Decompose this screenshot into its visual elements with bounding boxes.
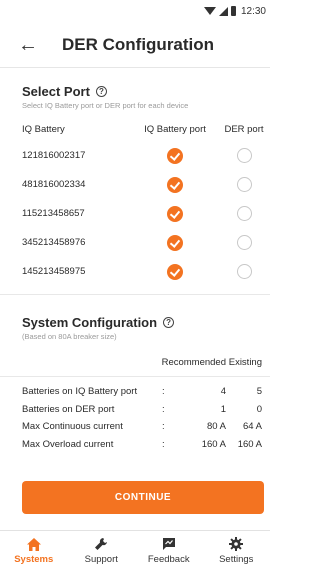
app-bar: ← DER Configuration <box>0 22 270 68</box>
select-port-heading: Select Port ? <box>22 84 270 99</box>
battery-serial: 481816002334 <box>22 179 86 190</box>
system-table: Batteries on IQ Battery port : 4 5 Batte… <box>0 383 270 453</box>
column-iq-battery-port: IQ Battery port <box>144 124 206 135</box>
home-icon <box>26 537 41 551</box>
status-time: 12:30 <box>240 5 266 17</box>
iq-battery-port-radio-checked[interactable] <box>167 147 183 164</box>
bottom-nav: Systems Support Feedback Settings <box>0 530 270 571</box>
continue-button[interactable]: CONTINUE <box>22 481 264 514</box>
table-row: Batteries on IQ Battery port : 4 5 <box>22 386 262 398</box>
der-port-radio[interactable] <box>236 206 252 221</box>
table-row: 345213458976 <box>22 228 270 257</box>
row-label: Batteries on DER port <box>22 403 115 415</box>
help-icon[interactable]: ? <box>163 317 175 328</box>
nav-label: Feedback <box>147 554 190 565</box>
battery-serial: 345213458976 <box>22 237 86 248</box>
existing-value: 64 A <box>242 421 262 433</box>
select-port-section: Select Port ? Select IQ Battery port or … <box>0 84 270 286</box>
der-port-radio[interactable] <box>236 235 252 250</box>
nav-label: Systems <box>14 553 54 565</box>
nav-item-support[interactable]: Support <box>68 531 136 571</box>
table-row: 145213458975 <box>22 257 270 286</box>
existing-value: 160 A <box>237 438 262 450</box>
existing-value: 5 <box>256 386 262 398</box>
der-port-radio[interactable] <box>236 264 252 279</box>
nav-item-feedback[interactable]: Feedback <box>135 531 203 571</box>
recommended-value: 4 <box>220 386 226 398</box>
system-configuration-subtitle: (Based on 80A breaker size) <box>22 332 117 341</box>
iq-battery-port-radio-checked[interactable] <box>167 263 183 280</box>
nav-label: Support <box>84 554 118 565</box>
column-existing: Existing <box>228 357 262 368</box>
iq-battery-port-radio-checked[interactable] <box>167 205 183 222</box>
nav-item-systems[interactable]: Systems <box>0 531 68 571</box>
battery-serial: 121816002317 <box>22 150 86 161</box>
row-label: Batteries on IQ Battery port <box>22 386 138 398</box>
nav-item-settings[interactable]: Settings <box>203 531 271 571</box>
existing-value: 0 <box>256 403 262 415</box>
table-row: 121816002317 <box>22 141 270 170</box>
wrench-icon <box>95 538 108 550</box>
system-configuration-heading: System Configuration ? <box>22 315 270 330</box>
column-der-port: DER port <box>224 124 264 135</box>
status-bar: 12:30 <box>0 0 270 22</box>
help-icon[interactable]: ? <box>95 86 107 97</box>
der-port-radio[interactable] <box>236 148 252 163</box>
der-port-radio[interactable] <box>236 177 252 192</box>
table-row: Max Overload current : 160 A 160 A <box>22 438 262 450</box>
wifi-icon <box>203 7 216 15</box>
system-configuration-title: System Configuration <box>22 315 158 330</box>
iq-battery-port-radio-checked[interactable] <box>167 234 183 251</box>
system-configuration-section: System Configuration ? (Based on 80A bre… <box>0 315 270 341</box>
port-table: 121816002317 481816002334 115213458657 3… <box>22 141 270 286</box>
back-arrow-icon[interactable]: ← <box>18 35 44 55</box>
battery-serial: 145213458975 <box>22 266 86 277</box>
signal-icon <box>218 6 228 16</box>
table-row: Batteries on DER port : 1 0 <box>22 403 262 415</box>
recommended-value: 160 A <box>201 438 226 450</box>
table-row: Max Continuous current : 80 A 64 A <box>22 421 262 433</box>
row-label: Max Continuous current <box>22 421 123 433</box>
select-port-subtitle: Select IQ Battery port or DER port for e… <box>22 101 189 110</box>
row-label: Max Overload current <box>22 438 114 450</box>
battery-serial: 115213458657 <box>22 208 85 219</box>
table-divider <box>0 376 270 377</box>
recommended-value: 1 <box>220 403 226 415</box>
nav-label: Settings <box>219 554 254 565</box>
system-table-header: Recommended Existing <box>0 357 270 368</box>
select-port-title: Select Port <box>22 84 90 99</box>
gear-icon <box>229 537 244 551</box>
page-title: DER Configuration <box>62 34 215 54</box>
battery-icon <box>230 6 236 16</box>
feedback-icon <box>162 538 175 550</box>
table-row: 115213458657 <box>22 199 270 228</box>
iq-battery-port-radio-checked[interactable] <box>167 176 183 193</box>
table-row: 481816002334 <box>22 170 270 199</box>
column-recommended: Recommended <box>161 357 226 368</box>
section-divider <box>0 294 270 295</box>
column-iq-battery: IQ Battery <box>22 124 65 135</box>
port-table-header: IQ Battery IQ Battery port DER port <box>22 124 270 135</box>
recommended-value: 80 A <box>206 421 226 433</box>
